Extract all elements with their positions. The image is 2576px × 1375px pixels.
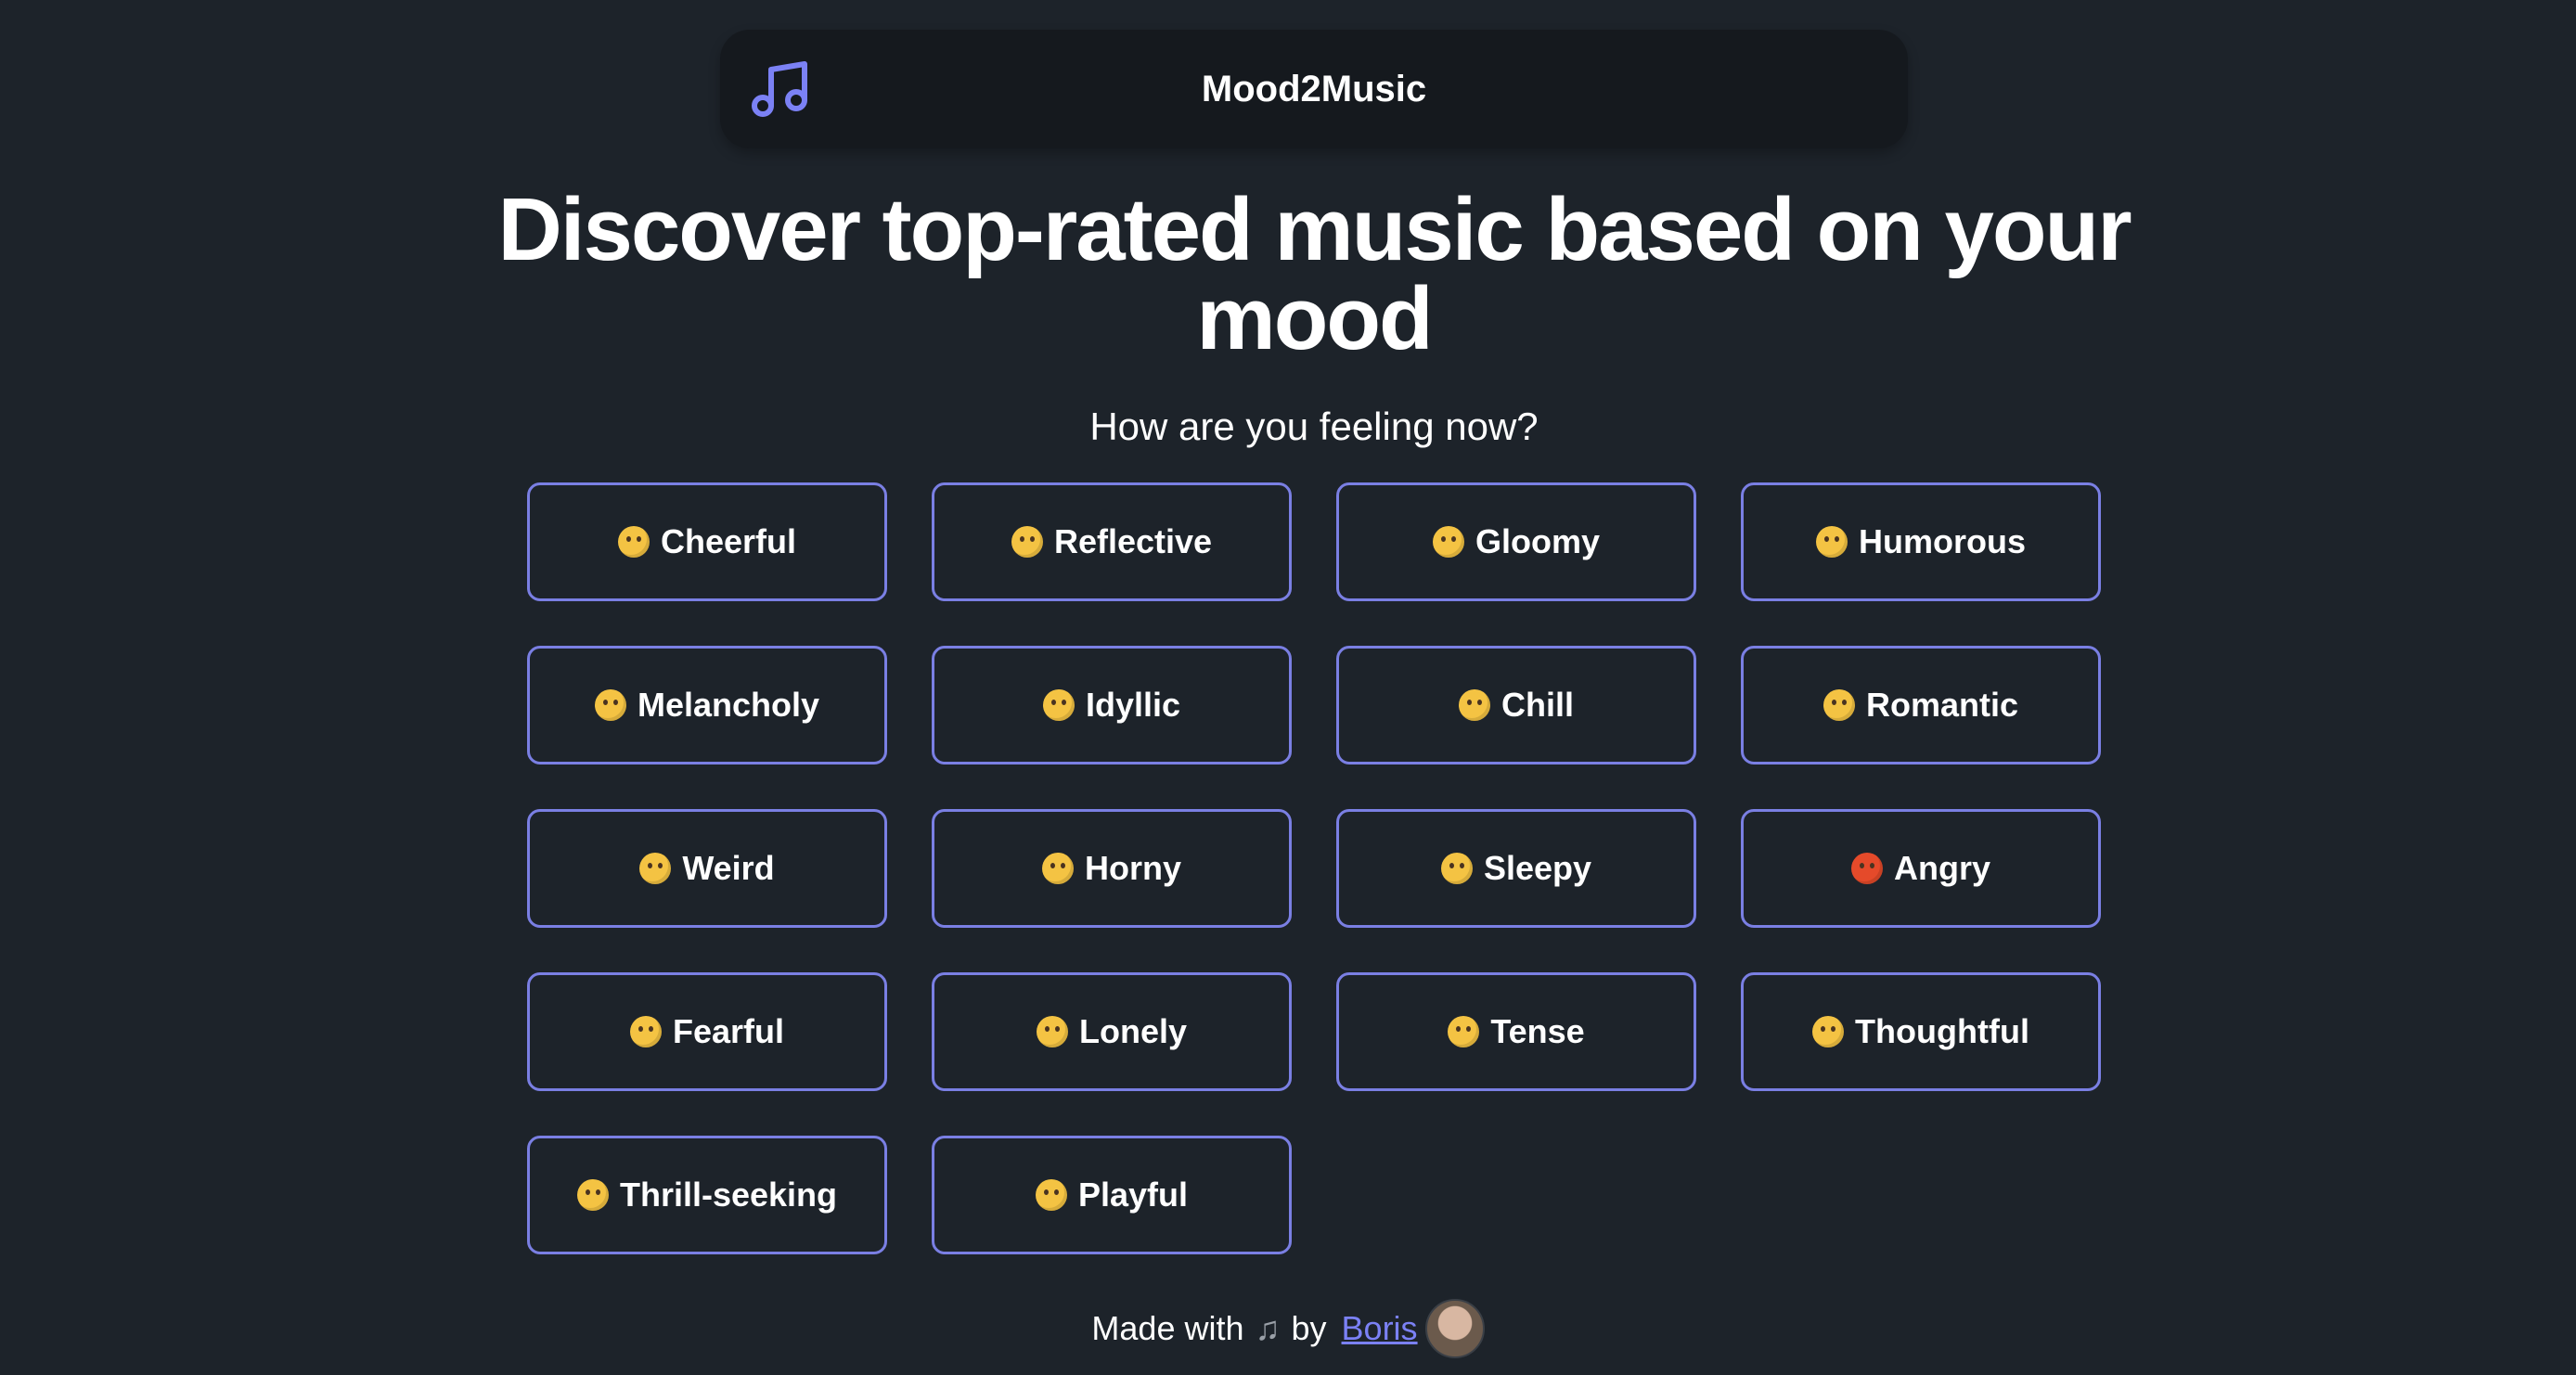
mood-label: Chill [1501, 686, 1574, 724]
face-without-mouth-icon [594, 689, 626, 721]
grinning-face-icon [617, 526, 650, 558]
mood-label: Idyllic [1085, 686, 1181, 724]
mood-button-tense[interactable]: Tense [1336, 972, 1696, 1091]
mood-button-cheerful[interactable]: Cheerful [527, 482, 887, 601]
mood-label: Cheerful [660, 522, 797, 560]
mood-button-lonely[interactable]: Lonely [932, 972, 1292, 1091]
crying-face-icon [1036, 1016, 1068, 1047]
mood-label: Thoughtful [1855, 1012, 2029, 1050]
footer-by: by [1291, 1309, 1327, 1347]
mood-grid: Cheerful Reflective Gloomy Humorous Mela… [527, 482, 2101, 1254]
angry-face-icon [1850, 853, 1883, 884]
music-note-icon: ♫ [1255, 1309, 1281, 1347]
mood-label: Reflective [1053, 522, 1213, 560]
mood-label: Gloomy [1475, 522, 1600, 560]
confused-face-icon [1432, 526, 1464, 558]
fearful-face-icon [629, 1016, 662, 1047]
author-link[interactable]: Boris [1342, 1309, 1418, 1348]
navbar: Mood2Music [720, 30, 1908, 148]
mood-button-reflective[interactable]: Reflective [932, 482, 1292, 601]
mood-button-gloomy[interactable]: Gloomy [1336, 482, 1696, 601]
mood-button-thoughtful[interactable]: Thoughtful [1741, 972, 2101, 1091]
mood-button-horny[interactable]: Horny [932, 809, 1292, 928]
mood-label: Fearful [672, 1012, 785, 1050]
zany-face-icon [576, 1179, 609, 1211]
mood-button-melancholy[interactable]: Melancholy [527, 646, 887, 765]
mood-label: Horny [1084, 849, 1181, 887]
mood-button-weird[interactable]: Weird [527, 809, 887, 928]
page-title: Discover top-rated music based on your m… [497, 180, 2132, 368]
mood-label: Sleepy [1483, 849, 1592, 887]
mood-label: Angry [1893, 849, 1990, 887]
mood-button-playful[interactable]: Playful [932, 1136, 1292, 1254]
mood-button-idyllic[interactable]: Idyllic [932, 646, 1292, 765]
thinking-face-icon [1011, 526, 1043, 558]
page-subtitle: How are you feeling now? [1089, 405, 1539, 448]
mood-label: Playful [1077, 1176, 1189, 1214]
avatar[interactable] [1424, 1299, 1485, 1358]
mood-label: Tense [1490, 1012, 1585, 1050]
sunglasses-face-icon [1459, 689, 1490, 721]
nerd-face-icon [1812, 1016, 1845, 1047]
rolling-laughing-face-icon [1816, 526, 1848, 558]
upside-down-face-icon [1035, 1179, 1067, 1211]
smiling-hearts-face-icon [1823, 689, 1855, 721]
mood-button-thrill-seeking[interactable]: Thrill-seeking [527, 1136, 887, 1254]
yawning-face-icon [1440, 853, 1473, 884]
footer: Made with ♫ by Boris [0, 1299, 2576, 1358]
mood-label: Melancholy [637, 686, 820, 724]
raised-eyebrow-face-icon [639, 853, 672, 884]
mood-button-humorous[interactable]: Humorous [1741, 482, 2101, 601]
mood-button-angry[interactable]: Angry [1741, 809, 2101, 928]
mood-button-fearful[interactable]: Fearful [527, 972, 887, 1091]
mood-button-romantic[interactable]: Romantic [1741, 646, 2101, 765]
footer-prefix: Made with [1091, 1309, 1244, 1347]
app-title[interactable]: Mood2Music [720, 30, 1908, 148]
mood-label: Thrill-seeking [619, 1176, 838, 1214]
mood-label: Humorous [1859, 522, 2026, 560]
mood-label: Weird [682, 849, 775, 887]
mood-label: Lonely [1078, 1012, 1187, 1050]
relieved-face-icon [1041, 853, 1074, 884]
mood-label: Romantic [1865, 686, 2019, 724]
mood-button-chill[interactable]: Chill [1336, 646, 1696, 765]
mood-button-sleepy[interactable]: Sleepy [1336, 809, 1696, 928]
star-struck-face-icon [1042, 689, 1075, 721]
grimacing-face-icon [1448, 1016, 1480, 1047]
